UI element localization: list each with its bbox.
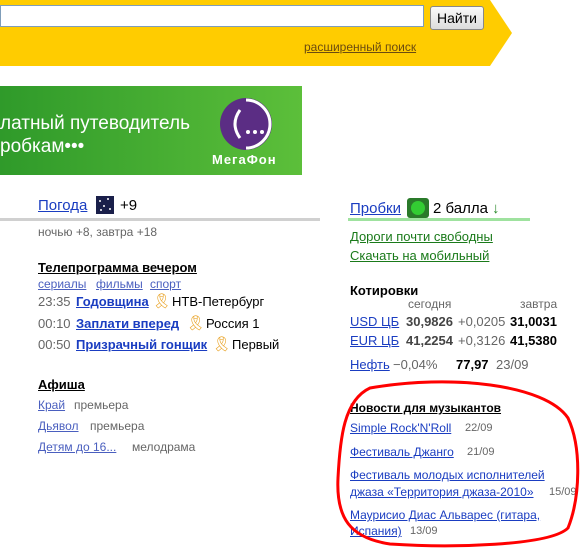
quotes-col-tomorrow: завтра <box>520 297 558 311</box>
tv-time: 00:50 <box>38 337 71 352</box>
tv-row: 00:10 Заплати вперед 🎗 Россия 1 <box>38 315 338 338</box>
quotes-col-today: сегодня <box>408 297 452 311</box>
weather-forecast: ночью +8, завтра +18 <box>38 225 158 239</box>
tv-filter-sport[interactable]: спорт <box>150 277 181 291</box>
quote-change: +0,0205 <box>458 314 506 329</box>
quote-today: 41,2254 <box>406 333 453 348</box>
tv-channel: НТВ-Петербург <box>172 294 265 309</box>
megafon-banner[interactable]: латный путеводитель робкам••• МегаФон <box>0 86 302 175</box>
afisha-title[interactable]: Афиша <box>38 377 85 392</box>
ribbon-icon: 🎗 <box>212 336 232 353</box>
weather-temp: +9 <box>120 197 138 214</box>
quote-change: +0,3126 <box>458 333 506 348</box>
tv-filter-series[interactable]: сериалы <box>38 277 86 291</box>
quote-tomorrow: 41,5380 <box>510 333 557 348</box>
afisha-item-note: премьера <box>74 398 129 412</box>
afisha-item-link[interactable]: Детям до 16... <box>38 440 116 454</box>
search-input[interactable] <box>0 5 424 27</box>
tv-time: 00:10 <box>38 316 71 331</box>
tv-filter-films[interactable]: фильмы <box>96 277 143 291</box>
search-button[interactable]: Найти <box>430 6 484 30</box>
quote-tomorrow: 31,0031 <box>510 314 557 329</box>
afisha-item-link[interactable]: Край <box>38 398 65 412</box>
oil-date: 23/09 <box>496 357 529 372</box>
traffic-title[interactable]: Пробки <box>350 200 401 217</box>
weather-separator <box>0 218 320 221</box>
highlight-ellipse <box>336 380 580 548</box>
banner-line-1: латный путеводитель <box>0 113 190 134</box>
traffic-level-icon <box>407 198 429 218</box>
advanced-search-link[interactable]: расширенный поиск <box>304 40 416 54</box>
ribbon-icon: 🎗 <box>186 315 206 332</box>
quote-name-link[interactable]: USD ЦБ <box>350 314 399 329</box>
afisha-item-link[interactable]: Дьявол <box>38 419 79 433</box>
oil-link[interactable]: Нефть <box>350 357 390 372</box>
tv-channel: Россия 1 <box>206 316 260 331</box>
banner-brand: МегаФон <box>212 152 277 167</box>
weather-night-icon <box>96 196 114 214</box>
tv-row: 00:50 Призрачный гонщик 🎗 Первый <box>38 336 338 359</box>
ribbon-icon: 🎗 <box>152 293 172 310</box>
banner-line-2: робкам••• <box>0 136 85 157</box>
afisha-item-note: мелодрама <box>132 440 196 454</box>
oil-change: −0,04% <box>393 357 438 372</box>
tv-channel: Первый <box>232 337 280 352</box>
tv-show-link[interactable]: Призрачный гонщик <box>76 337 207 352</box>
afisha-item-note: премьера <box>90 419 145 433</box>
tv-row: 23:35 Годовщина 🎗 НТВ-Петербург <box>38 293 338 316</box>
oil-value: 77,97 <box>456 357 489 372</box>
tv-title[interactable]: Телепрограмма вечером <box>38 260 197 275</box>
tv-show-link[interactable]: Годовщина <box>76 294 149 309</box>
traffic-trend-arrow-icon: ↓ <box>492 200 500 217</box>
traffic-status-link[interactable]: Дороги почти свободны <box>350 229 493 244</box>
tv-time: 23:35 <box>38 294 71 309</box>
quote-today: 30,9826 <box>406 314 453 329</box>
traffic-score: 2 балла <box>433 200 488 217</box>
quote-name-link[interactable]: EUR ЦБ <box>350 333 399 348</box>
megafon-logo-icon <box>220 98 272 150</box>
quotes-title: Котировки <box>350 283 419 298</box>
traffic-separator <box>348 218 530 221</box>
tv-show-link[interactable]: Заплати вперед <box>76 316 179 331</box>
traffic-mobile-link[interactable]: Скачать на мобильный <box>350 248 489 263</box>
weather-title[interactable]: Погода <box>38 197 87 214</box>
